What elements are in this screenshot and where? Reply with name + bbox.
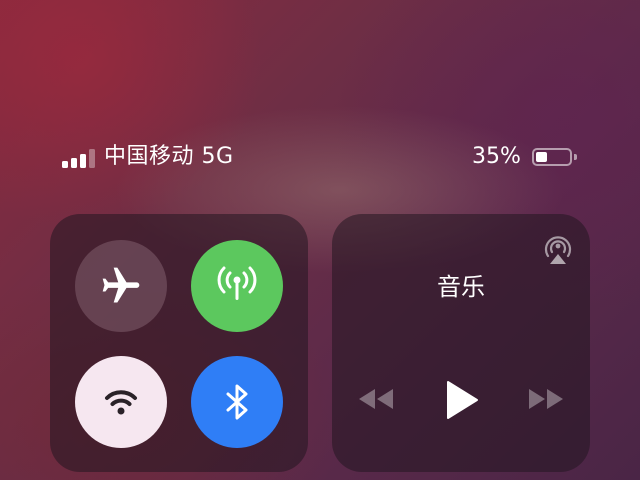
fast-forward-button[interactable] xyxy=(524,384,568,414)
battery-tip xyxy=(574,154,577,160)
airplane-mode-toggle[interactable] xyxy=(75,240,167,332)
airplay-icon xyxy=(544,236,572,264)
bluetooth-toggle[interactable] xyxy=(191,356,283,448)
wifi-icon xyxy=(105,390,137,415)
play-button[interactable] xyxy=(440,378,484,422)
bluetooth-icon xyxy=(226,384,248,420)
signal-bar xyxy=(62,161,68,168)
signal-strength-icon xyxy=(62,148,96,168)
battery-icon xyxy=(532,148,572,166)
wifi-toggle[interactable] xyxy=(75,356,167,448)
carrier-label: 中国移动 5G xyxy=(104,144,234,169)
play-icon xyxy=(447,381,478,419)
fast-forward-icon xyxy=(529,389,563,409)
music-panel: 音乐 xyxy=(332,214,590,472)
status-bar: 中国移动 5G 35% xyxy=(62,142,582,172)
rewind-icon xyxy=(359,389,393,409)
battery-percentage: 35% xyxy=(472,144,521,169)
airplay-button[interactable] xyxy=(540,230,576,266)
antenna-icon xyxy=(217,266,257,300)
signal-bar xyxy=(89,149,95,168)
connectivity-panel xyxy=(50,214,308,472)
signal-bar xyxy=(80,154,86,168)
airplane-icon xyxy=(102,267,140,303)
music-title: 音乐 xyxy=(437,273,485,301)
rewind-button[interactable] xyxy=(354,384,398,414)
cellular-data-toggle[interactable] xyxy=(191,240,283,332)
battery-fill xyxy=(536,152,547,162)
signal-bar xyxy=(71,158,77,168)
